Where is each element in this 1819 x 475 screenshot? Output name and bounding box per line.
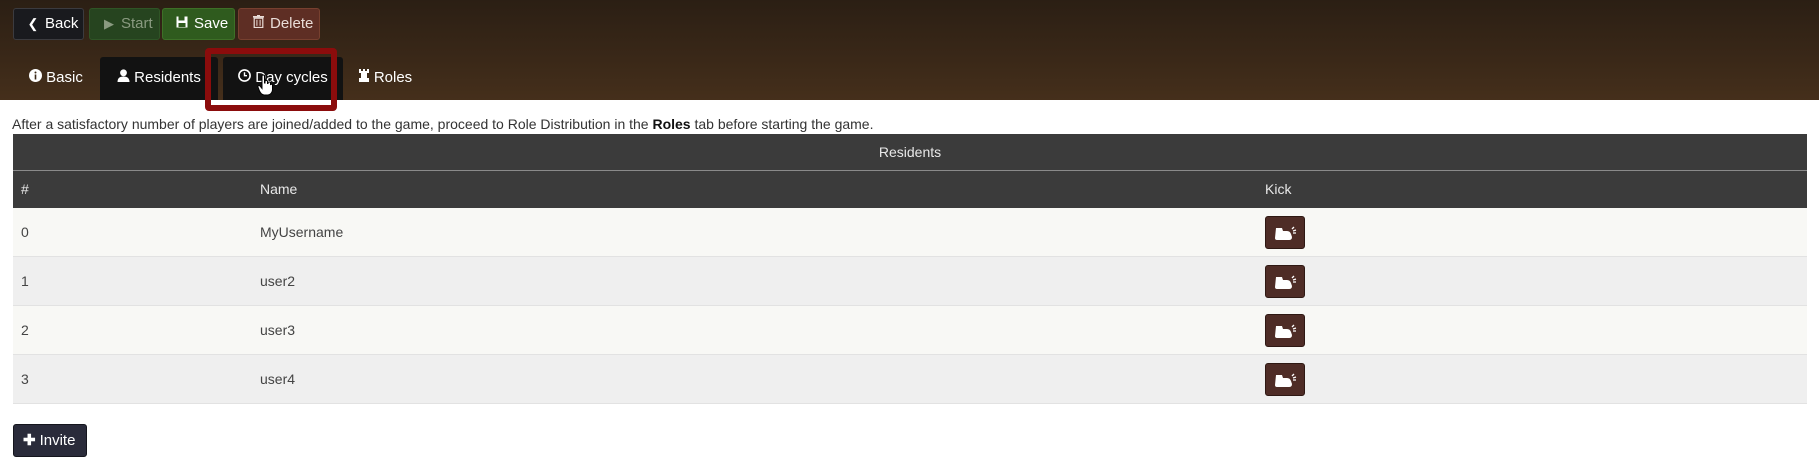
tab-roles-label: Roles [373, 69, 413, 86]
table-row: 0 MyUsername [13, 208, 1807, 257]
tab-basic-label: Basic [46, 69, 83, 86]
clock-icon [238, 57, 252, 99]
residents-table: Residents # Name Kick 0 MyUsername 1 use… [13, 134, 1807, 404]
back-label: Back [45, 15, 79, 32]
floppy-disk-icon [175, 9, 189, 39]
tab-residents[interactable]: Residents [100, 57, 218, 100]
hand-cursor-icon [257, 74, 273, 96]
table-caption: Residents [13, 134, 1807, 171]
tab-basic[interactable]: Basic [14, 57, 98, 100]
boot-kick-icon [1275, 373, 1297, 387]
kick-button[interactable] [1265, 314, 1305, 347]
plus-icon: ✚ [23, 432, 36, 449]
column-header-number: # [21, 181, 29, 197]
intro-text-after: tab before starting the game. [690, 116, 874, 132]
invite-button[interactable]: ✚ Invite [13, 424, 87, 457]
boot-kick-icon [1275, 226, 1297, 240]
rook-icon [358, 57, 370, 99]
chevron-left-icon: ❮ [27, 16, 39, 31]
kick-button[interactable] [1265, 216, 1305, 249]
row-number: 0 [21, 224, 29, 240]
table-row: 3 user4 [13, 355, 1807, 404]
table-header-row: # Name Kick [13, 171, 1807, 208]
row-number: 2 [21, 322, 29, 338]
table-row: 2 user3 [13, 306, 1807, 355]
invite-label: Invite [39, 432, 76, 449]
trash-icon [251, 9, 265, 39]
column-header-kick: Kick [1265, 181, 1292, 197]
intro-text-before: After a satisfactory number of players a… [12, 116, 653, 132]
boot-kick-icon [1275, 275, 1297, 289]
kick-button[interactable] [1265, 265, 1305, 298]
save-button[interactable]: Save [162, 8, 235, 40]
start-button[interactable]: ▶ Start [89, 8, 160, 40]
intro-roles-emphasis: Roles [652, 116, 691, 132]
save-label: Save [194, 15, 229, 32]
row-name: user2 [260, 273, 296, 289]
tab-roles[interactable]: Roles [345, 57, 425, 100]
row-name: user3 [260, 322, 296, 338]
kick-button[interactable] [1265, 363, 1305, 396]
play-icon: ▶ [104, 16, 114, 31]
delete-label: Delete [270, 15, 314, 32]
row-name: user4 [260, 371, 296, 387]
intro-text: After a satisfactory number of players a… [12, 116, 873, 132]
row-number: 1 [21, 273, 29, 289]
user-icon [117, 57, 130, 99]
column-header-name: Name [260, 181, 298, 197]
tab-day-cycles[interactable]: Day cycles [223, 57, 343, 100]
tab-residents-label: Residents [134, 69, 201, 86]
row-number: 3 [21, 371, 29, 387]
delete-button[interactable]: Delete [238, 8, 320, 40]
table-row: 1 user2 [13, 257, 1807, 306]
back-button[interactable]: ❮ Back [13, 8, 84, 40]
start-label: Start [121, 15, 153, 32]
info-icon [29, 57, 43, 99]
boot-kick-icon [1275, 324, 1297, 338]
row-name: MyUsername [260, 224, 344, 240]
